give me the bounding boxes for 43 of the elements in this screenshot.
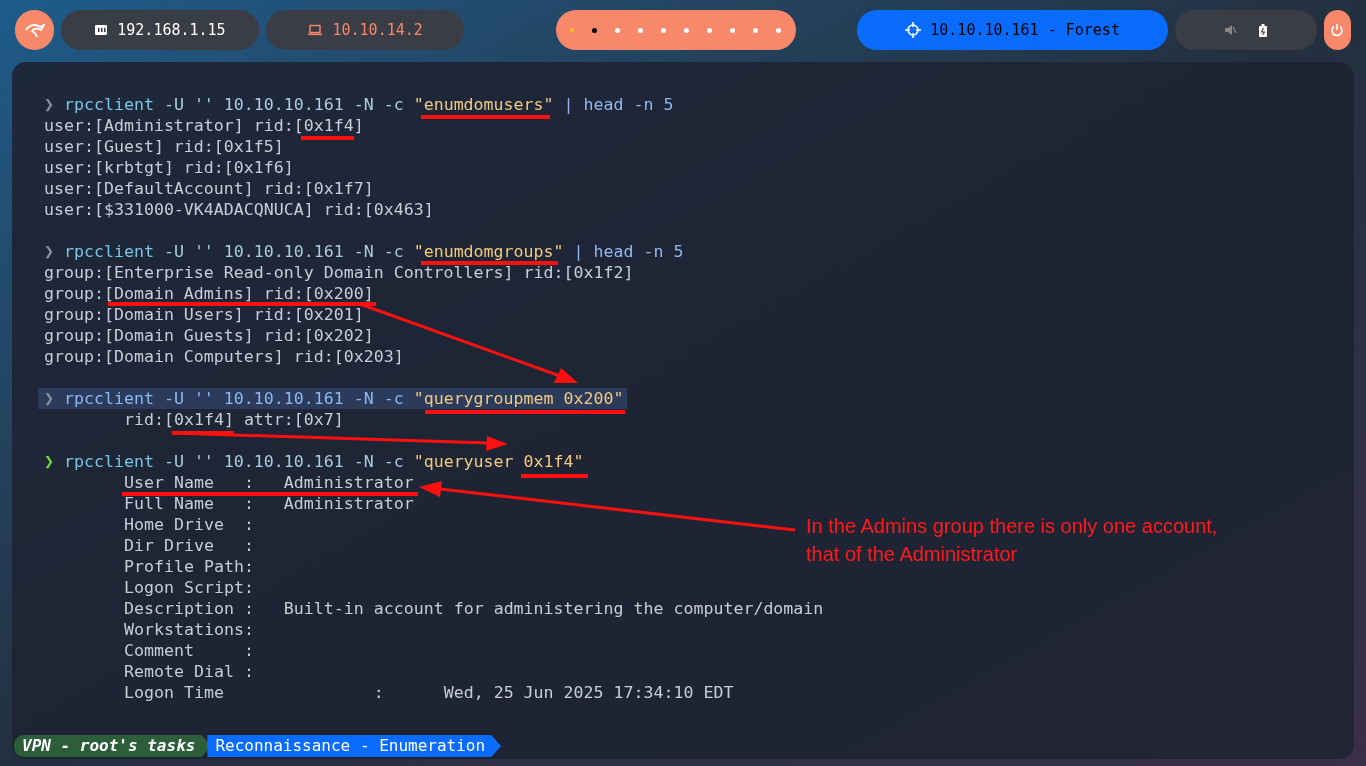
- ip-address: 10.10.14.2: [332, 19, 423, 41]
- network-icon: [94, 23, 109, 37]
- output-line: Full Name : Administrator: [124, 495, 414, 512]
- underline-mark: [301, 136, 354, 140]
- output-line: group:[Domain Admins] rid:[0x200]: [44, 285, 374, 302]
- ip-address: 192.168.1.15: [117, 19, 226, 41]
- output-line: user:[Guest] rid:[0x1f5]: [44, 138, 284, 155]
- output-line: Logon Time : Wed, 25 Jun 2025 17:34:10 EDT: [124, 684, 734, 701]
- output-line: user:[$331000-VK4ADACQNUCA] rid:[0x463]: [44, 201, 434, 218]
- laptop-icon: [307, 24, 324, 36]
- output-line: Dir Drive :: [124, 537, 254, 554]
- underline-mark: [172, 431, 234, 435]
- prompt-symbol: ❯: [44, 390, 54, 407]
- command-line: rpcclient -U '' 10.10.10.161 -N -c "queryuser 0x1f4": [64, 453, 584, 470]
- crosshair-icon: [905, 22, 922, 38]
- command-line: rpcclient -U '' 10.10.10.161 -N -c "querygroupmem 0x200": [64, 390, 624, 407]
- battery-icon: [1259, 23, 1268, 37]
- underline-mark: [521, 474, 588, 478]
- muted-speaker-icon[interactable]: [1224, 24, 1238, 36]
- output-line: rid:[0x1f4] attr:[0x7]: [124, 411, 344, 428]
- prompt-symbol: ❯: [44, 453, 54, 470]
- output-line: Home Drive :: [124, 516, 254, 533]
- output-line: user:[krbtgt] rid:[0x1f6]: [44, 159, 294, 176]
- power-icon: [1330, 23, 1345, 37]
- output-line: group:[Domain Users] rid:[0x201]: [44, 306, 364, 323]
- output-line: Comment :: [124, 642, 254, 659]
- command-line: rpcclient -U '' 10.10.10.161 -N -c "enumdomusers" | head -n 5: [64, 96, 674, 113]
- annotation-text: In the Admins group there is only one account, that of the Administrator: [806, 514, 1218, 567]
- output-line: Description : Built-in account for administering the computer/domain: [124, 600, 824, 617]
- output-line: Logon Script:: [124, 579, 254, 596]
- output-line: user:[Administrator] rid:[0x1f4]: [44, 117, 364, 134]
- prompt-symbol: ❯: [44, 243, 54, 260]
- output-line: user:[DefaultAccount] rid:[0x1f7]: [44, 180, 374, 197]
- output-line: group:[Domain Guests] rid:[0x202]: [44, 327, 374, 344]
- prompt-symbol: ❯: [44, 96, 54, 113]
- output-line: Workstations:: [124, 621, 254, 638]
- target-label: 10.10.10.161 - Forest: [930, 19, 1120, 41]
- command-line: rpcclient -U '' 10.10.10.161 -N -c "enumdomgroups" | head -n 5: [64, 243, 684, 260]
- output-line: group:[Enterprise Read-only Domain Controllers] rid:[0x1f2]: [44, 264, 634, 281]
- output-line: Remote Dial :: [124, 663, 254, 680]
- output-line: Profile Path:: [124, 558, 254, 575]
- output-line: group:[Domain Computers] rid:[0x203]: [44, 348, 404, 365]
- output-line: User Name : Administrator: [124, 474, 414, 491]
